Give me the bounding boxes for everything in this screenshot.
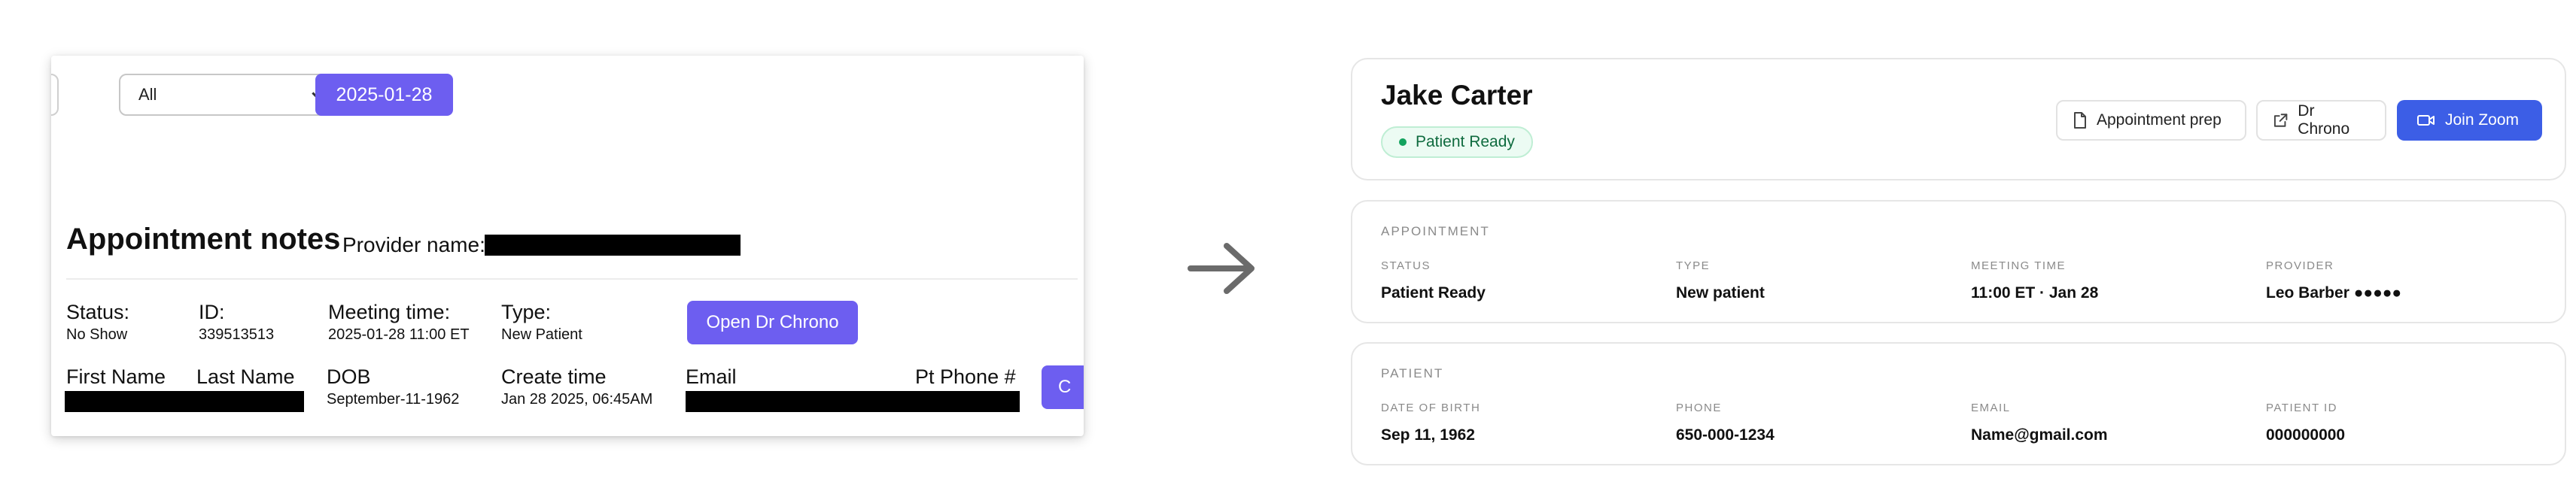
dob-value: Sep 11, 1962 xyxy=(1381,426,1475,444)
document-icon xyxy=(2074,112,2086,129)
cut-off-button[interactable]: C xyxy=(1042,365,1084,409)
email-header: Email xyxy=(686,365,737,388)
phone-value: 650-000-1234 xyxy=(1676,426,1775,444)
status-label: Status: xyxy=(66,301,130,323)
meeting-time-label: MEETING TIME xyxy=(1971,259,2067,272)
dr-chrono-label: Dr Chrono xyxy=(2298,102,2350,138)
status-value: No Show xyxy=(66,326,128,343)
meeting-time-field: Meeting time: 2025-01-28 11:00 ET xyxy=(328,301,470,344)
phone-header: Pt Phone # xyxy=(915,365,1016,388)
appointment-section-title: APPOINTMENT xyxy=(1381,224,1490,238)
dob-value: September-11-1962 xyxy=(327,391,460,408)
open-dr-chrono-button[interactable]: Open Dr Chrono xyxy=(687,301,858,344)
create-time-value: Jan 28 2025, 06:45AM xyxy=(501,391,653,408)
status-badge: Patient Ready xyxy=(1381,126,1533,158)
date-button[interactable]: 2025-01-28 xyxy=(315,74,453,116)
id-field: ID: 339513513 xyxy=(199,301,274,344)
status-field: Status: No Show xyxy=(66,301,129,344)
appointment-card: APPOINTMENT STATUS Patient Ready TYPE Ne… xyxy=(1351,200,2566,323)
provider-label: Provider name: xyxy=(342,233,485,256)
old-appointment-card: All 2025-01-28 Appointment notes Provide… xyxy=(51,56,1084,436)
patient-id: PATIENT ID 000000000 xyxy=(2266,401,2345,446)
appointment-provider: PROVIDER Leo Barber ●●●●● xyxy=(2266,259,2401,304)
appointment-prep-label: Appointment prep xyxy=(2097,111,2222,129)
status-badge-label: Patient Ready xyxy=(1416,133,1515,150)
redacted-name xyxy=(65,391,304,412)
provider-label: PROVIDER xyxy=(2266,259,2334,272)
join-zoom-label: Join Zoom xyxy=(2445,111,2520,129)
type-label: TYPE xyxy=(1676,259,1711,272)
appointment-meeting-time: MEETING TIME 11:00 ET · Jan 28 xyxy=(1971,259,2098,304)
phone-label: PHONE xyxy=(1676,402,1722,414)
patient-section-title: PATIENT xyxy=(1381,366,1444,380)
redacted-provider-name xyxy=(485,235,741,256)
patient-header-card: Jake Carter Patient Ready Appointment pr… xyxy=(1351,58,2566,180)
patient-email: EMAIL Name@gmail.com xyxy=(1971,401,2108,446)
email-label: EMAIL xyxy=(1971,402,2011,414)
redacted-email-phone xyxy=(686,391,1020,412)
id-label: ID: xyxy=(199,301,225,323)
status-value: Patient Ready xyxy=(1381,284,1486,302)
type-field: Type: New Patient xyxy=(501,301,582,344)
patient-card: PATIENT DATE OF BIRTH Sep 11, 1962 PHONE… xyxy=(1351,342,2566,465)
patient-id-label: PATIENT ID xyxy=(2266,402,2338,414)
status-dot-icon xyxy=(1399,138,1407,146)
divider xyxy=(66,278,1078,280)
join-zoom-button[interactable]: Join Zoom xyxy=(2397,100,2542,141)
type-value: New Patient xyxy=(501,326,582,343)
status-label: STATUS xyxy=(1381,259,1431,272)
appointment-status: STATUS Patient Ready xyxy=(1381,259,1486,304)
dob-header: DOB xyxy=(327,365,371,388)
filter-select[interactable]: All xyxy=(119,74,345,116)
email-value: Name@gmail.com xyxy=(1971,426,2108,444)
type-value: New patient xyxy=(1676,284,1765,302)
type-label: Type: xyxy=(501,301,552,323)
meeting-time-value: 11:00 ET · Jan 28 xyxy=(1971,284,2099,302)
last-name-header: Last Name xyxy=(196,365,295,388)
dob-label: DATE OF BIRTH xyxy=(1381,402,1481,414)
appointment-type: TYPE New patient xyxy=(1676,259,1765,304)
page-title: Appointment notes xyxy=(66,223,341,256)
first-name-header: First Name xyxy=(66,365,166,388)
cut-off-control[interactable] xyxy=(51,74,59,116)
filter-select-value: All xyxy=(138,85,157,104)
meeting-time-value: 2025-01-28 11:00 ET xyxy=(328,326,470,343)
patient-dob: DATE OF BIRTH Sep 11, 1962 xyxy=(1381,401,1480,446)
patient-phone: PHONE 650-000-1234 xyxy=(1676,401,1775,446)
video-camera-icon xyxy=(2417,115,2435,126)
id-value: 339513513 xyxy=(199,326,275,343)
external-link-icon xyxy=(2273,114,2288,127)
patient-name: Jake Carter xyxy=(1381,80,1533,111)
patient-id-value: 000000000 xyxy=(2266,426,2346,444)
meeting-time-label: Meeting time: xyxy=(328,301,451,323)
provider-value: Leo Barber ●●●●● xyxy=(2266,284,2402,302)
arrow-right-icon xyxy=(1188,243,1255,294)
create-time-header: Create time xyxy=(501,365,607,388)
appointment-prep-button[interactable]: Appointment prep xyxy=(2056,100,2246,141)
dr-chrono-button[interactable]: Dr Chrono xyxy=(2256,100,2386,141)
